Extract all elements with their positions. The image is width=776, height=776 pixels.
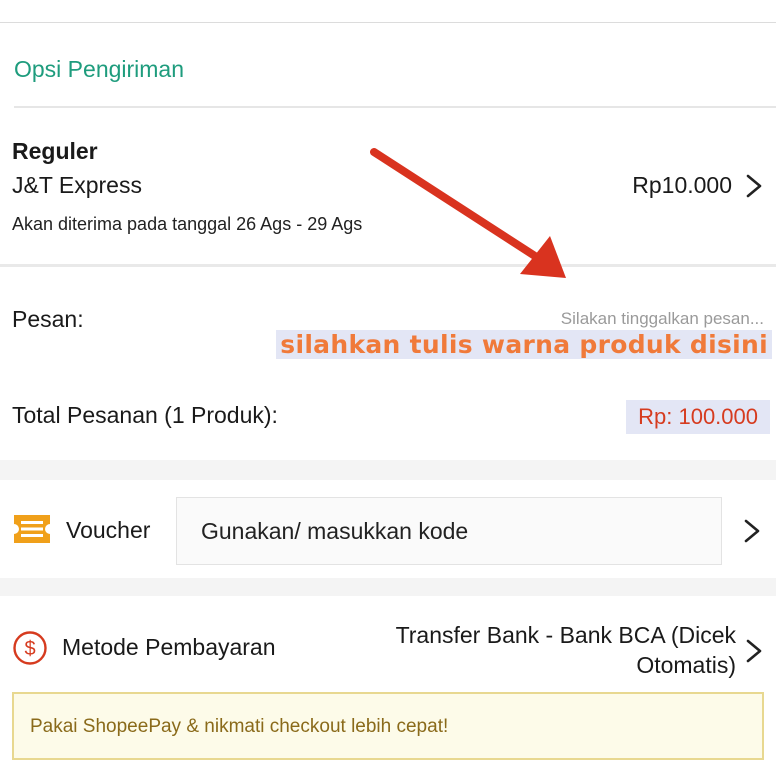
- annotation-note: silahkan tulis warna produk disini: [276, 330, 772, 359]
- shipping-options-title: Opsi Pengiriman: [14, 56, 185, 82]
- section-separator: [0, 578, 776, 596]
- voucher-code-input[interactable]: [176, 497, 722, 565]
- shopeepay-promo-banner[interactable]: Pakai ShopeePay & nikmati checkout lebih…: [12, 692, 764, 760]
- chevron-right-icon[interactable]: [742, 636, 766, 666]
- message-input[interactable]: [464, 306, 764, 332]
- shipping-courier: J&T Express: [12, 172, 142, 198]
- svg-text:$: $: [24, 638, 35, 660]
- top-divider: [0, 22, 776, 23]
- divider: [14, 106, 776, 108]
- payment-method-label: Metode Pembayaran: [62, 634, 276, 660]
- shipping-service: Reguler: [12, 138, 98, 164]
- chevron-right-icon[interactable]: [742, 172, 766, 200]
- message-label: Pesan:: [12, 306, 84, 332]
- red-arrow-icon: [370, 148, 566, 278]
- promo-text: Pakai ShopeePay & nikmati checkout lebih…: [30, 716, 449, 737]
- voucher-label: Voucher: [66, 517, 151, 543]
- payment-method-value: Transfer Bank - Bank BCA (Dicek Otomatis…: [395, 622, 736, 678]
- chevron-right-icon[interactable]: [740, 516, 764, 546]
- order-total-label: Total Pesanan (1 Produk):: [12, 402, 278, 428]
- dollar-circle-icon: $: [13, 631, 47, 665]
- delivery-estimate: Akan diterima pada tanggal 26 Ags - 29 A…: [12, 214, 363, 234]
- section-separator: [0, 460, 776, 480]
- shipping-price: Rp10.000: [632, 172, 732, 198]
- order-total-value: Rp: 100.000: [626, 400, 770, 434]
- voucher-ticket-icon: [14, 515, 50, 543]
